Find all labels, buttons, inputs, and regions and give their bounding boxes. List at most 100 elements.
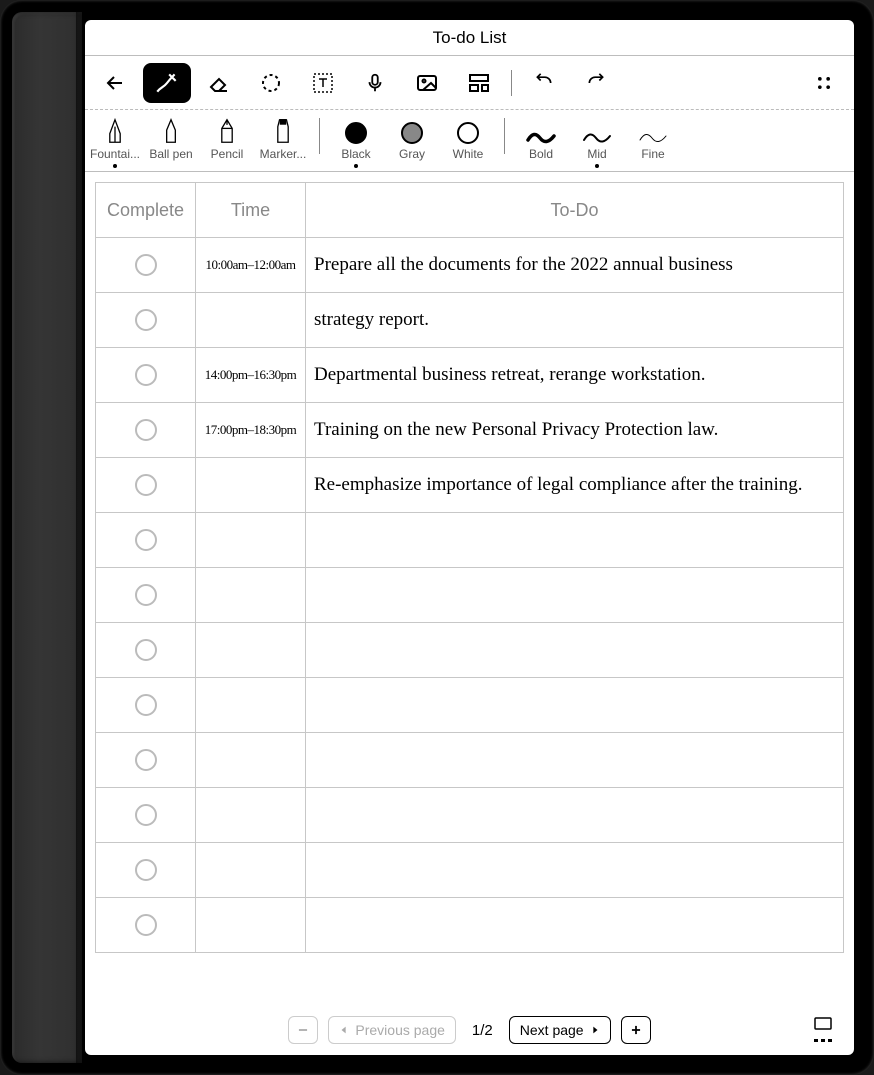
complete-checkbox[interactable]	[135, 529, 157, 551]
todo-canvas[interactable]: Complete Time To-Do 10:00am–12:00amPrepa…	[85, 172, 854, 1005]
pen-options-toolbar: Fountai... Ball pen Pencil Marker... Bla…	[85, 110, 854, 172]
page-thumbnails-button[interactable]	[806, 1016, 840, 1044]
add-page-button[interactable]	[621, 1016, 651, 1044]
todo-cell[interactable]: Departmental business retreat, rerange w…	[306, 348, 844, 403]
complete-checkbox[interactable]	[135, 584, 157, 606]
toolbar-separator	[511, 70, 512, 96]
time-cell[interactable]	[196, 513, 306, 568]
redo-button[interactable]	[572, 63, 620, 103]
text-tool-button[interactable]	[299, 63, 347, 103]
time-cell[interactable]: 17:00pm–18:30pm	[196, 403, 306, 458]
previous-page-label: Previous page	[355, 1022, 445, 1038]
previous-page-button[interactable]: Previous page	[328, 1016, 456, 1044]
stroke-mid-label: Mid	[587, 147, 606, 161]
pen-ballpen[interactable]: Ball pen	[143, 118, 199, 169]
time-cell[interactable]	[196, 458, 306, 513]
time-cell[interactable]	[196, 733, 306, 788]
complete-checkbox[interactable]	[135, 474, 157, 496]
todo-cell[interactable]	[306, 733, 844, 788]
table-row: 17:00pm–18:30pmTraining on the new Perso…	[96, 403, 844, 458]
time-cell[interactable]: 14:00pm–16:30pm	[196, 348, 306, 403]
todo-cell[interactable]: Re-emphasize importance of legal complia…	[306, 458, 844, 513]
table-row	[96, 513, 844, 568]
stroke-fine[interactable]: Fine	[625, 130, 681, 169]
table-row: 14:00pm–16:30pmDepartmental business ret…	[96, 348, 844, 403]
sub-separator	[319, 118, 320, 154]
template-tool-button[interactable]	[455, 63, 503, 103]
todo-cell[interactable]	[306, 568, 844, 623]
header-todo: To-Do	[306, 183, 844, 238]
time-cell[interactable]	[196, 678, 306, 733]
complete-checkbox[interactable]	[135, 254, 157, 276]
complete-checkbox[interactable]	[135, 804, 157, 826]
image-tool-button[interactable]	[403, 63, 451, 103]
time-cell[interactable]	[196, 843, 306, 898]
complete-checkbox[interactable]	[135, 914, 157, 936]
table-row: Re-emphasize importance of legal complia…	[96, 458, 844, 513]
pen-fountain[interactable]: Fountai...	[87, 118, 143, 169]
pen-ballpen-label: Ball pen	[149, 147, 192, 161]
complete-checkbox[interactable]	[135, 694, 157, 716]
todo-cell[interactable]	[306, 513, 844, 568]
todo-cell[interactable]	[306, 898, 844, 953]
complete-checkbox[interactable]	[135, 419, 157, 441]
time-cell[interactable]	[196, 788, 306, 843]
todo-cell[interactable]	[306, 843, 844, 898]
page-title: To-do List	[433, 28, 507, 48]
pen-fountain-label: Fountai...	[90, 147, 140, 161]
table-row	[96, 678, 844, 733]
todo-cell[interactable]	[306, 788, 844, 843]
time-cell[interactable]: 10:00am–12:00am	[196, 238, 306, 293]
table-row	[96, 568, 844, 623]
todo-cell[interactable]: Training on the new Personal Privacy Pro…	[306, 403, 844, 458]
table-row	[96, 843, 844, 898]
next-page-button[interactable]: Next page	[509, 1016, 611, 1044]
remove-page-button[interactable]	[288, 1016, 318, 1044]
table-row	[96, 623, 844, 678]
main-toolbar	[85, 56, 854, 110]
complete-checkbox[interactable]	[135, 749, 157, 771]
time-cell[interactable]	[196, 623, 306, 678]
todo-table: Complete Time To-Do 10:00am–12:00amPrepa…	[95, 182, 844, 953]
complete-checkbox[interactable]	[135, 364, 157, 386]
color-black[interactable]: Black	[328, 122, 384, 169]
eraser-tool-button[interactable]	[195, 63, 243, 103]
todo-cell[interactable]: Prepare all the documents for the 2022 a…	[306, 238, 844, 293]
color-gray-label: Gray	[399, 147, 425, 161]
next-page-label: Next page	[520, 1022, 584, 1038]
undo-button[interactable]	[520, 63, 568, 103]
table-row: 10:00am–12:00amPrepare all the documents…	[96, 238, 844, 293]
table-row: strategy report.	[96, 293, 844, 348]
color-gray[interactable]: Gray	[384, 122, 440, 169]
stroke-mid[interactable]: Mid	[569, 130, 625, 169]
voice-tool-button[interactable]	[351, 63, 399, 103]
todo-cell[interactable]	[306, 678, 844, 733]
more-menu-button[interactable]	[800, 63, 848, 103]
header-time: Time	[196, 183, 306, 238]
pen-pencil-label: Pencil	[211, 147, 244, 161]
complete-checkbox[interactable]	[135, 859, 157, 881]
back-button[interactable]	[91, 63, 139, 103]
sub-separator	[504, 118, 505, 154]
table-row	[96, 788, 844, 843]
stroke-bold-label: Bold	[529, 147, 553, 161]
complete-checkbox[interactable]	[135, 639, 157, 661]
color-black-label: Black	[341, 147, 370, 161]
table-row	[96, 898, 844, 953]
pen-tool-button[interactable]	[143, 63, 191, 103]
todo-cell[interactable]: strategy report.	[306, 293, 844, 348]
color-white[interactable]: White	[440, 122, 496, 169]
complete-checkbox[interactable]	[135, 309, 157, 331]
todo-cell[interactable]	[306, 623, 844, 678]
stroke-bold[interactable]: Bold	[513, 130, 569, 169]
time-cell[interactable]	[196, 898, 306, 953]
pen-pencil[interactable]: Pencil	[199, 118, 255, 169]
time-cell[interactable]	[196, 293, 306, 348]
header-complete: Complete	[96, 183, 196, 238]
stroke-fine-label: Fine	[641, 147, 664, 161]
pen-marker[interactable]: Marker...	[255, 118, 311, 169]
lasso-tool-button[interactable]	[247, 63, 295, 103]
color-white-label: White	[453, 147, 484, 161]
time-cell[interactable]	[196, 568, 306, 623]
pen-marker-label: Marker...	[260, 147, 307, 161]
